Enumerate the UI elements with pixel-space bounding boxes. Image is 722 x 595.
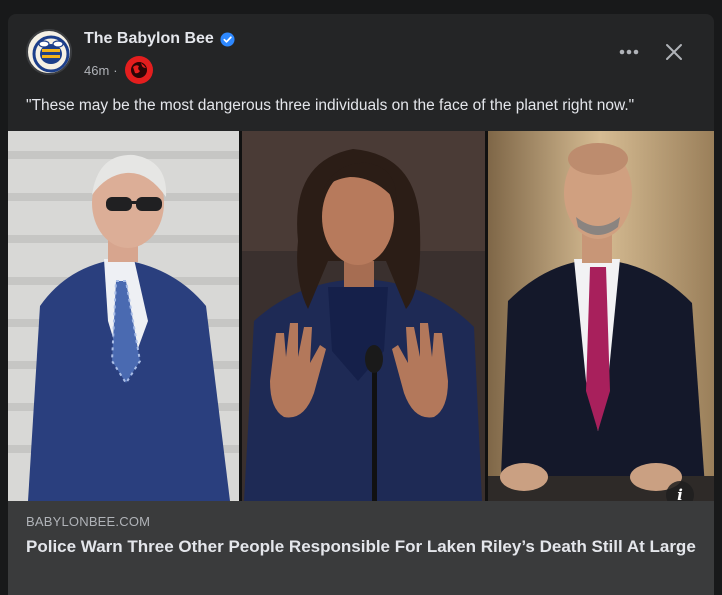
post-header: The Babylon Bee 46m ·	[8, 14, 714, 94]
link-domain: BABYLONBEE.COM	[26, 514, 151, 529]
close-icon	[666, 44, 682, 60]
close-button[interactable]	[658, 36, 690, 68]
post-image[interactable]	[8, 131, 714, 501]
meta-separator: ·	[113, 62, 118, 78]
page-name-label[interactable]: The Babylon Bee	[84, 30, 214, 48]
more-options-button[interactable]	[613, 36, 645, 68]
link-preview[interactable]: BABYLONBEE.COM Police Warn Three Other P…	[8, 501, 714, 595]
post-meta: 46m ·	[84, 55, 154, 85]
three-person-photo-collage	[8, 131, 714, 501]
globe-icon[interactable]	[124, 55, 154, 85]
more-options-icon	[619, 49, 639, 55]
babylon-bee-logo	[30, 33, 70, 73]
post-caption: "These may be the most dangerous three i…	[26, 97, 635, 114]
page-avatar[interactable]	[26, 29, 72, 75]
verified-badge-icon	[220, 31, 235, 47]
facebook-post: The Babylon Bee 46m · "These may be the …	[8, 14, 714, 595]
post-timestamp[interactable]: 46m	[84, 63, 109, 78]
link-headline[interactable]: Police Warn Three Other People Responsib…	[26, 536, 696, 558]
page-name[interactable]: The Babylon Bee	[84, 30, 235, 48]
